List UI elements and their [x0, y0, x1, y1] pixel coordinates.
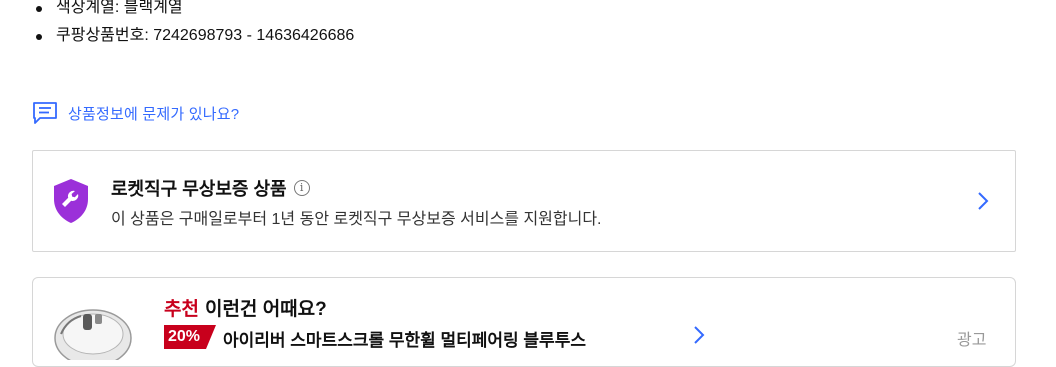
spec-list: 색상계열: 블랙계열 쿠팡상품번호: 7242698793 - 14636426… [36, 0, 354, 50]
mouse-product-image[interactable] [53, 300, 133, 360]
recommendation-card: 추천 이런건 어때요? 20% 아이리버 스마트스크롤 무한휠 멀티페어링 블루투… [32, 277, 1016, 367]
discount-badge: 20% [164, 325, 217, 349]
chevron-right-icon[interactable] [977, 191, 989, 211]
product-name-link[interactable]: 아이리버 스마트스크롤 무한휠 멀티페어링 블루투스 [223, 326, 586, 351]
wrench-shield-icon [54, 179, 88, 223]
warranty-description: 이 상품은 구매일로부터 1년 동안 로켓직구 무상보증 서비스를 지원합니다. [111, 211, 602, 228]
chat-report-icon [33, 102, 57, 124]
rocket-warranty-banner[interactable]: 로켓직구 무상보증 상품 i 이 상품은 구매일로부터 1년 동안 로켓직구 무… [32, 150, 1016, 252]
report-issue-label: 상품정보에 문제가 있나요? [68, 105, 240, 123]
recommendation-title: 이런건 어때요? [204, 299, 327, 320]
report-issue-link[interactable]: 상품정보에 문제가 있나요? [32, 100, 239, 126]
warranty-title: 로켓직구 무상보증 상품 i [111, 175, 310, 201]
spec-item-product-number: 쿠팡상품번호: 7242698793 - 14636426686 [36, 22, 354, 50]
ad-label: 광고 [957, 332, 987, 349]
info-icon[interactable]: i [293, 180, 310, 196]
spec-item-color: 색상계열: 블랙계열 [36, 0, 354, 22]
chevron-right-icon[interactable] [693, 325, 705, 345]
recommendation-heading: 추천 이런건 어때요? [164, 294, 327, 321]
recommendation-highlight: 추천 [164, 299, 199, 320]
